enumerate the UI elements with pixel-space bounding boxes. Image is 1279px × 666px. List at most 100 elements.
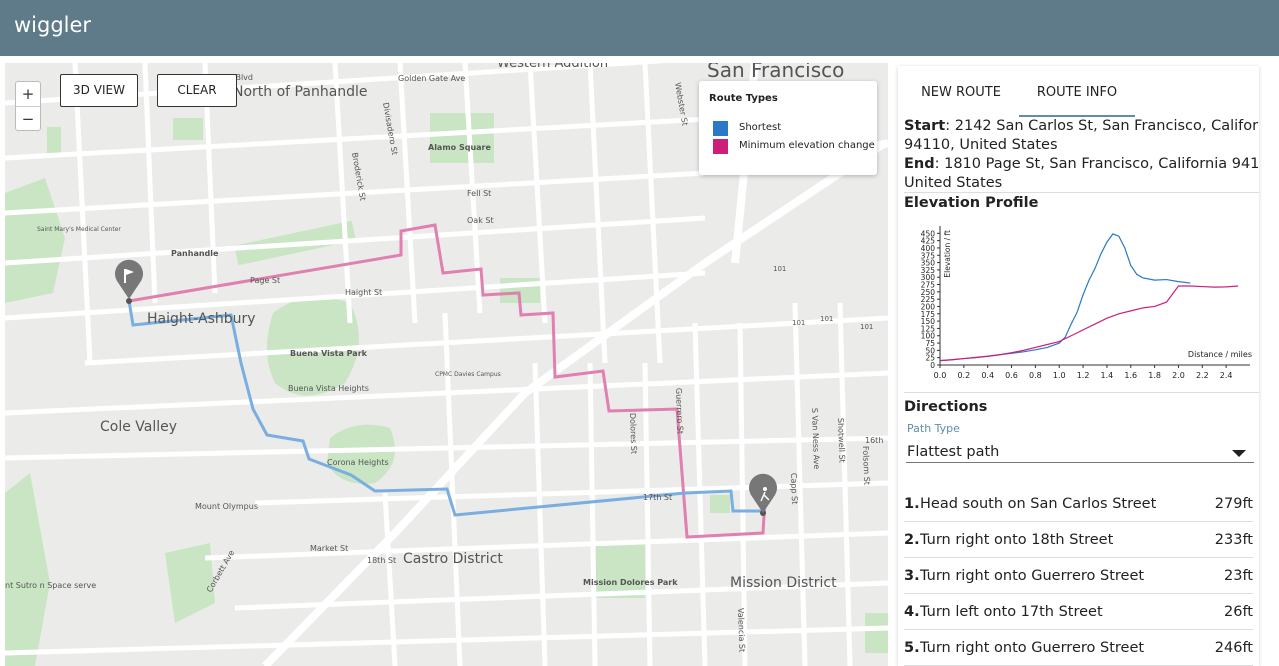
label-mission-district: Mission District bbox=[730, 575, 837, 591]
step-distance: 23ft bbox=[1224, 568, 1253, 584]
label-mount-olympus: Mount Olympus bbox=[195, 502, 258, 511]
3d-view-button[interactable]: 3D VIEW bbox=[60, 74, 138, 107]
path-type-label: Path Type bbox=[907, 422, 960, 435]
tab-new-route[interactable]: NEW ROUTE bbox=[904, 66, 1018, 118]
direction-step: 3. Turn right onto Guerrero Street 23ft bbox=[904, 558, 1253, 594]
x-tick-label: 2.0 bbox=[1172, 371, 1185, 380]
step-text: Turn left onto 17th Street bbox=[920, 604, 1103, 620]
label-castro-district: Castro District bbox=[403, 551, 503, 567]
label-18th-st: 18th St bbox=[367, 556, 396, 565]
x-tick-label: 2.4 bbox=[1220, 371, 1233, 380]
label-capp-st: Capp St bbox=[789, 473, 799, 505]
label-alamo-square: Alamo Square bbox=[428, 143, 491, 152]
label-corona-heights: Corona Heights bbox=[327, 458, 389, 467]
label-oak-st: Oak St bbox=[467, 216, 494, 225]
label-valencia-st: Valencia St bbox=[736, 608, 747, 653]
app-title: wiggler bbox=[14, 13, 92, 37]
step-text: Turn right onto 18th Street bbox=[920, 532, 1114, 548]
label-panhandle: Panhandle bbox=[171, 249, 219, 258]
app-header: wiggler bbox=[0, 0, 1279, 56]
x-tick-label: 0.6 bbox=[1005, 371, 1018, 380]
x-tick-label: 1.6 bbox=[1124, 371, 1137, 380]
legend-label-min-elevation: Minimum elevation change bbox=[739, 140, 875, 151]
step-number: 4. bbox=[904, 604, 920, 620]
start-address-line2: 94110, United States bbox=[904, 137, 1058, 153]
step-distance: 233ft bbox=[1214, 532, 1253, 548]
divider bbox=[904, 392, 1259, 393]
route-types-legend: Route Types Shortest Minimum elevation c… bbox=[699, 81, 877, 175]
label-buena-vista-park: Buena Vista Park bbox=[290, 349, 368, 358]
active-tab-indicator bbox=[1019, 115, 1135, 117]
label-haight-st: Haight St bbox=[345, 288, 382, 297]
start-address: Start: 2142 San Carlos St, San Francisco… bbox=[904, 118, 1259, 134]
label-guerrero-st: Guerrero St bbox=[674, 388, 685, 434]
step-number: 1. bbox=[904, 496, 920, 512]
label-s-van-ness: S Van Ness Ave bbox=[810, 408, 821, 470]
step-number: 3. bbox=[904, 568, 920, 584]
label-market-st: Market St bbox=[310, 544, 348, 553]
series-line-0 bbox=[939, 233, 1191, 362]
x-tick-label: 1.8 bbox=[1148, 371, 1161, 380]
label-fell-st: Fell St bbox=[467, 189, 491, 198]
y-tick-label: 450 bbox=[921, 229, 936, 238]
chart-lines bbox=[939, 233, 1239, 362]
directions-title: Directions bbox=[904, 399, 988, 415]
label-st-marys: Saint Mary's Medical Center bbox=[37, 226, 121, 233]
divider bbox=[904, 192, 1259, 193]
legend-swatch-min-elevation bbox=[713, 139, 728, 154]
path-type-select[interactable]: Flattest path bbox=[906, 441, 1254, 463]
label-divisadero-st: Divisadero St bbox=[381, 102, 399, 156]
end-address: End: 1810 Page St, San Francisco, Califo… bbox=[904, 156, 1259, 172]
end-address-line1: : 1810 Page St, San Francisco, Californi… bbox=[934, 156, 1259, 172]
x-tick-label: 0.2 bbox=[957, 371, 970, 380]
label-101-d: 101 bbox=[860, 323, 873, 331]
step-distance: 26ft bbox=[1224, 604, 1253, 620]
label-shotwell-st: Shotwell St bbox=[836, 418, 847, 463]
label-golden-gate-ave: Golden Gate Ave bbox=[398, 74, 465, 83]
label-buena-vista-heights: Buena Vista Heights bbox=[288, 384, 369, 393]
label-page-st: Page St bbox=[250, 276, 280, 285]
x-tick-label: 1.2 bbox=[1077, 371, 1090, 380]
step-distance: 279ft bbox=[1214, 496, 1253, 512]
step-text: Head south on San Carlos Street bbox=[920, 496, 1157, 512]
label-101-c: 101 bbox=[820, 315, 833, 323]
label-haight-ashbury: Haight-Ashbury bbox=[147, 311, 256, 327]
step-number: 2. bbox=[904, 532, 920, 548]
label-mission-dolores-park: Mission Dolores Park bbox=[583, 578, 678, 587]
x-tick-label: 2.2 bbox=[1196, 371, 1209, 380]
label-san-francisco: San Francisco bbox=[707, 63, 844, 82]
label-16th: 16th bbox=[865, 436, 883, 445]
label-folsom-st: Folsom St bbox=[861, 446, 871, 485]
direction-step: 2. Turn right onto 18th Street 233ft bbox=[904, 522, 1253, 558]
clear-button[interactable]: CLEAR bbox=[157, 74, 237, 107]
chevron-down-icon bbox=[1232, 450, 1246, 457]
zoom-out-button[interactable]: − bbox=[16, 106, 40, 130]
zoom-in-button[interactable]: + bbox=[16, 82, 40, 106]
elevation-chart: 0.0 0.2 0.4 0.6 0.8 1.0 1.2 1.4 1.6 1.8 2.0 2.2 2.40… bbox=[921, 226, 1252, 380]
direction-step: 5. Turn right onto Guerrero Street 246ft bbox=[904, 630, 1253, 666]
x-axis-label: Distance / miles bbox=[1188, 350, 1252, 359]
path-type-value: Flattest path bbox=[907, 444, 1000, 460]
label-cpmc-davies: CPMC Davies Campus bbox=[435, 371, 501, 378]
end-label: End bbox=[904, 156, 935, 172]
tab-route-info[interactable]: ROUTE INFO bbox=[1019, 66, 1135, 118]
label-north-of-panhandle: North of Panhandle bbox=[233, 84, 368, 100]
label-mt-sutro: nt Sutro n Space serve bbox=[5, 581, 96, 590]
start-label: Start bbox=[904, 118, 946, 134]
step-distance: 246ft bbox=[1214, 640, 1253, 656]
start-flag-marker[interactable] bbox=[115, 259, 143, 304]
map-view[interactable]: North of Panhandle Haight-Ashbury Cole V… bbox=[5, 63, 888, 666]
step-text: Turn right onto Guerrero Street bbox=[920, 640, 1145, 656]
legend-title: Route Types bbox=[709, 93, 778, 104]
step-text: Turn right onto Guerrero Street bbox=[920, 568, 1145, 584]
label-17th-st: 17th St bbox=[643, 493, 672, 502]
zoom-control: + − bbox=[15, 81, 41, 131]
chart-axes: 0.0 0.2 0.4 0.6 0.8 1.0 1.2 1.4 1.6 1.8 2.0 2.2 2.40… bbox=[921, 226, 1252, 380]
label-101-a: 101 bbox=[773, 265, 786, 273]
label-dolores-st: Dolores St bbox=[628, 413, 638, 454]
label-cole-valley: Cole Valley bbox=[100, 419, 177, 435]
direction-step: 4. Turn left onto 17th Street 26ft bbox=[904, 594, 1253, 630]
x-tick-label: 1.4 bbox=[1101, 371, 1114, 380]
end-address-line2: United States bbox=[904, 175, 1003, 191]
side-panel: NEW ROUTE ROUTE INFO Start: 2142 San Car… bbox=[898, 66, 1259, 666]
